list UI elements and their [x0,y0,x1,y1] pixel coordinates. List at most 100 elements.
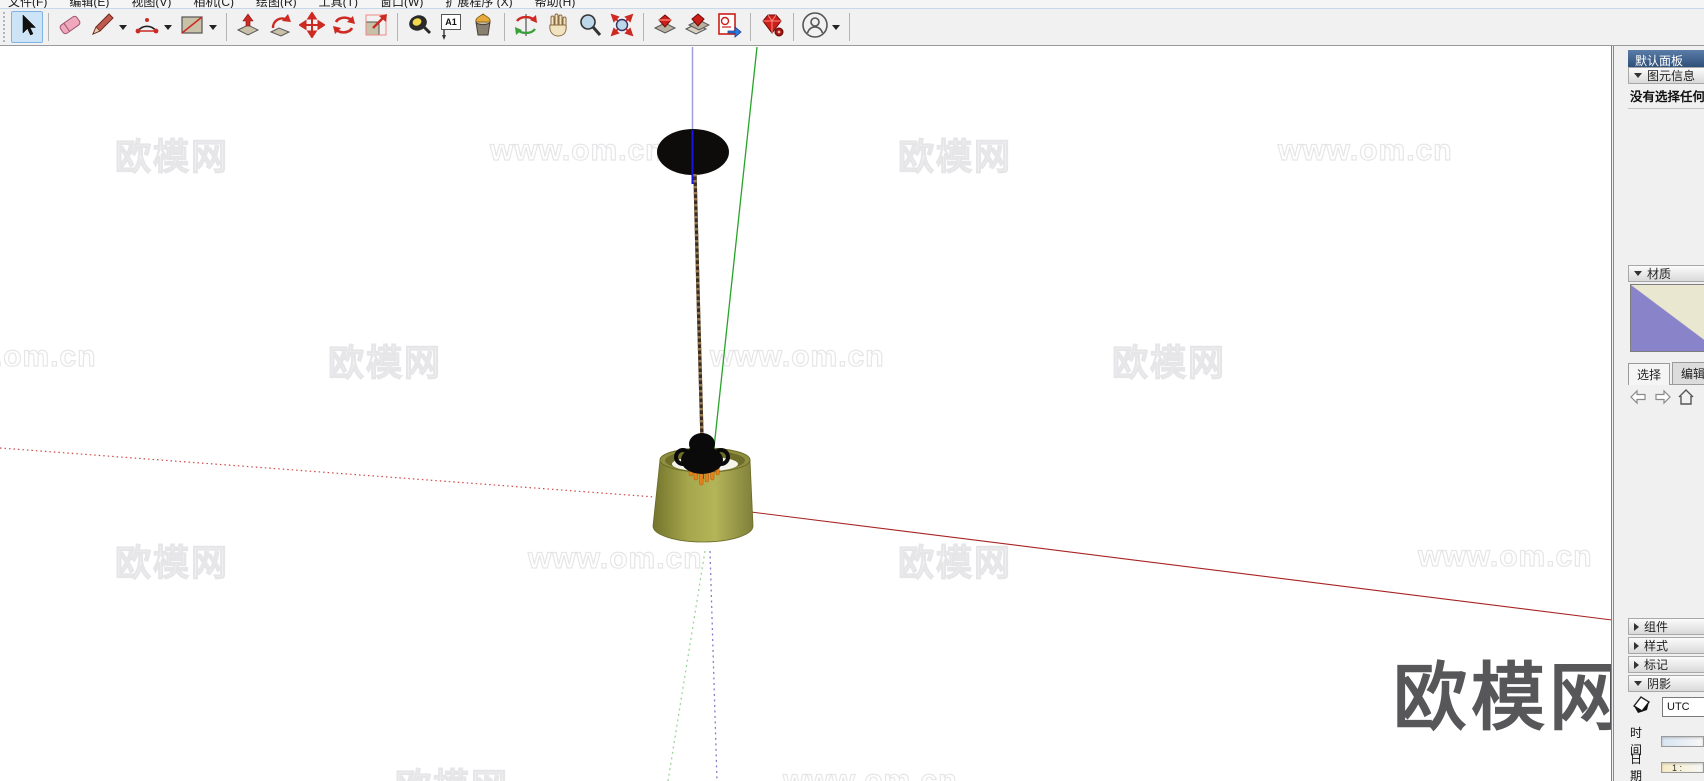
entity-info-title: 图元信息 [1647,69,1696,83]
materials-tabs: 选择 编辑 [1628,362,1704,385]
materials-title: 材质 [1647,267,1672,281]
plugin-export-button[interactable] [713,11,745,43]
menu-camera[interactable]: 相机(C) [193,0,234,8]
move-tool-button[interactable] [296,10,328,43]
forward-arrow-icon[interactable] [1654,389,1671,410]
time-slider[interactable] [1660,735,1704,747]
rotate-tool-button[interactable] [328,11,360,43]
site-logo: 欧模网 [1393,656,1612,739]
pencil-icon [89,12,115,43]
red-axis-dotted-line [0,447,656,498]
scale-tool-button[interactable] [360,11,392,43]
toolbar-separator [643,13,644,41]
menu-extensions[interactable]: 扩展程序 (X) [445,0,512,8]
timezone-dropdown[interactable]: UTC [1662,696,1704,717]
ruby-console-button[interactable] [756,11,788,43]
orbit-tool-button[interactable] [510,11,542,43]
followme-icon [267,12,293,43]
chevron-right-icon [1634,641,1639,650]
tape-measure-icon [406,12,432,43]
arc-tool-button[interactable] [131,11,163,43]
main-toolbar: A1 [0,9,1704,46]
material-preview-swatch[interactable] [1630,284,1704,352]
tags-title: 标记 [1644,658,1669,672]
date-slider-tick: 1 : [1672,763,1683,773]
text-a1-icon: A1 [441,14,461,40]
tape-measure-tool-button[interactable] [403,11,435,43]
plugin-model-button-1[interactable] [649,11,681,43]
components-header[interactable]: 组件 [1628,618,1704,635]
line-tool-button[interactable] [86,11,118,43]
page-blue-arrow-icon [716,12,742,43]
toolbar-drag-handle[interactable] [3,12,8,42]
chevron-down-icon [1634,681,1642,686]
menu-tools[interactable]: 工具(T) [319,0,358,8]
menu-edit[interactable]: 编辑(E) [69,0,109,8]
back-arrow-icon[interactable] [1630,389,1647,410]
plugin-model-button-2[interactable] [681,11,713,43]
pan-tool-button[interactable] [542,11,574,43]
shadow-date-row: 日期 [1630,750,1704,781]
styles-header[interactable]: 样式 [1628,637,1704,654]
toolbar-separator [397,13,398,41]
toolbar-separator [750,13,751,41]
model-viewport[interactable]: 欧模网 www.om.cn 欧模网 www.om.cn www.om.cn 欧模… [0,46,1612,781]
select-arrow-icon [15,13,39,42]
materials-nav-row [1630,389,1694,410]
followme-tool-button[interactable] [264,11,296,43]
rectangle-tool-button[interactable] [176,11,208,43]
in-model-icon[interactable] [1678,389,1694,410]
orbit-icon [513,12,539,43]
shadows-title: 阴影 [1647,677,1672,691]
account-button[interactable] [799,11,831,43]
pushpull-tool-button[interactable] [232,11,264,43]
menu-window[interactable]: 窗口(W) [380,0,423,8]
menu-view[interactable]: 视图(V) [131,0,171,8]
zoom-extents-icon [609,12,635,43]
toolbar-separator [48,13,49,41]
green-axis-dotted-line [667,550,706,781]
arc-icon [134,12,160,43]
red-axis-line [750,511,1611,621]
user-account-icon [801,11,829,44]
arc-tool-dropdown[interactable] [164,24,172,30]
green-axis-line [713,46,758,449]
shadow-controls-row: UTC [1630,694,1704,719]
red-gem-box-icon [652,12,678,43]
date-slider[interactable] [1660,761,1704,773]
shadow-toggle-icon[interactable] [1630,694,1652,719]
eraser-icon [57,12,83,43]
toolbar-separator [849,13,850,41]
rotate-icon [331,12,357,43]
rectangle-icon [179,12,205,43]
tags-header[interactable]: 标记 [1628,656,1704,673]
select-tool-button[interactable] [11,11,43,43]
text-tool-button[interactable]: A1 [435,11,467,43]
paint-bucket-tool-button[interactable] [467,11,499,43]
tray-title[interactable]: 默认面板 [1628,50,1704,68]
pan-hand-icon [545,12,571,43]
rectangle-tool-dropdown[interactable] [209,24,217,30]
chevron-down-icon [1634,271,1642,276]
default-tray-panel: 默认面板 图元信息 没有选择任何内容 材质 选择 编辑 组件 样式 标记 阴影 … [1613,46,1704,781]
account-dropdown[interactable] [832,24,840,30]
menu-draw[interactable]: 绘图(R) [256,0,297,8]
menu-bar: 文件(F) 编辑(E) 视图(V) 相机(C) 绘图(R) 工具(T) 窗口(W… [0,0,1704,9]
shadows-header[interactable]: 阴影 [1628,675,1704,692]
menu-file[interactable]: 文件(F) [8,0,47,8]
eraser-tool-button[interactable] [54,11,86,43]
menu-help[interactable]: 帮助(H) [535,0,576,8]
line-tool-dropdown[interactable] [119,24,127,30]
scale-icon [363,12,389,43]
pendant-lamp-model[interactable] [0,46,1612,781]
zoom-tool-button[interactable] [574,11,606,43]
zoom-extents-button[interactable] [606,11,638,43]
red-gem-stack-icon [684,12,711,43]
tab-edit[interactable]: 编辑 [1672,362,1704,384]
entity-info-header[interactable]: 图元信息 [1628,67,1704,84]
divider [1628,108,1704,109]
ruby-gem-icon [759,12,785,43]
materials-header[interactable]: 材质 [1628,265,1704,282]
tab-select[interactable]: 选择 [1628,363,1671,385]
entity-info-message: 没有选择任何内容 [1630,90,1704,104]
